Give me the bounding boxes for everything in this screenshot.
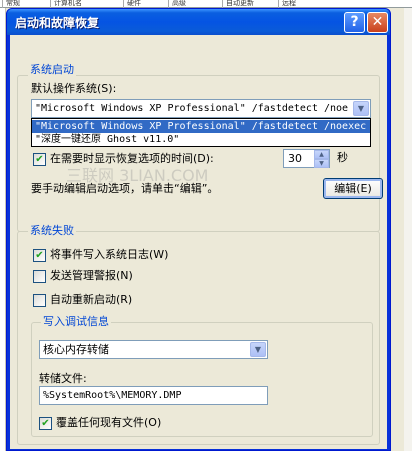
send-alert-label: 发送管理警报(N) xyxy=(50,269,133,282)
spin-up-icon[interactable]: ▲ xyxy=(314,150,329,159)
edit-button[interactable]: 编辑(E) xyxy=(323,178,383,199)
write-event-checkbox[interactable]: ✔ xyxy=(33,249,46,262)
overwrite-checkbox[interactable]: ✔ xyxy=(39,417,52,430)
chevron-down-icon[interactable]: ▼ xyxy=(250,342,266,357)
default-os-label: 默认操作系统(S): xyxy=(31,82,117,95)
recovery-seconds-value: 30 xyxy=(288,152,302,165)
background-tab-strip: 常规 计算机名 硬件 高级 自动更新 远程 xyxy=(0,0,412,8)
auto-restart-label: 自动重新启动(R) xyxy=(50,293,133,306)
send-alert-checkbox[interactable] xyxy=(33,270,46,283)
close-icon: ✕ xyxy=(371,14,384,30)
auto-restart-checkbox[interactable] xyxy=(33,294,46,307)
overwrite-label: 覆盖任何现有文件(O) xyxy=(56,416,162,429)
system-failure-label: 系统失败 xyxy=(28,224,76,238)
show-recovery-checkbox[interactable]: ✔ xyxy=(33,153,46,166)
background-tab: 硬件 xyxy=(123,0,157,8)
background-window-edge xyxy=(404,8,412,451)
background-tab: 常规 xyxy=(2,0,36,8)
background-tab: 自动更新 xyxy=(222,0,282,8)
dump-file-value: %SystemRoot%\MEMORY.DMP xyxy=(43,390,182,401)
watermark-text: 三联网 3LIAN.COM xyxy=(66,166,209,185)
dump-type-value: 核心内存转储 xyxy=(43,343,109,356)
chevron-down-icon[interactable]: ▼ xyxy=(353,101,369,116)
dump-type-select[interactable]: 核心内存转储 ▼ xyxy=(39,340,268,359)
default-os-select[interactable]: "Microsoft Windows XP Professional" /fas… xyxy=(31,99,371,118)
dropdown-option[interactable]: "Microsoft Windows XP Professional" /fas… xyxy=(32,120,370,133)
system-startup-label: 系统启动 xyxy=(28,63,76,77)
background-tab: 计算机名 xyxy=(50,0,110,8)
background-tab: 远程 xyxy=(278,0,314,8)
seconds-unit-label: 秒 xyxy=(337,151,348,164)
close-button[interactable]: ✕ xyxy=(367,12,388,33)
dump-file-input[interactable]: %SystemRoot%\MEMORY.DMP xyxy=(39,386,268,405)
default-os-value: "Microsoft Windows XP Professional" /fas… xyxy=(35,103,349,114)
help-button[interactable]: ? xyxy=(344,12,365,33)
spin-down-icon[interactable]: ▼ xyxy=(314,159,329,168)
dump-file-label: 转储文件: xyxy=(39,372,87,385)
help-icon: ? xyxy=(350,14,359,30)
write-event-label: 将事件写入系统日志(W) xyxy=(50,248,169,261)
window-title: 启动和故障恢复 xyxy=(15,16,100,30)
default-os-dropdown-list: "Microsoft Windows XP Professional" /fas… xyxy=(31,118,371,147)
background-tab: 高级 xyxy=(168,0,202,8)
recovery-seconds-stepper[interactable]: 30 ▲ ▼ xyxy=(283,149,330,168)
title-bar[interactable]: 启动和故障恢复 ? ✕ xyxy=(7,9,390,35)
dialog-client-area: 系统启动 默认操作系统(S): "Microsoft Windows XP Pr… xyxy=(10,35,387,449)
startup-recovery-dialog: 启动和故障恢复 ? ✕ 系统启动 默认操作系统(S): "Microsoft W… xyxy=(6,8,391,451)
dropdown-option[interactable]: "深度一键还原 Ghost v11.0" xyxy=(32,133,370,146)
write-debug-label: 写入调试信息 xyxy=(41,315,111,329)
